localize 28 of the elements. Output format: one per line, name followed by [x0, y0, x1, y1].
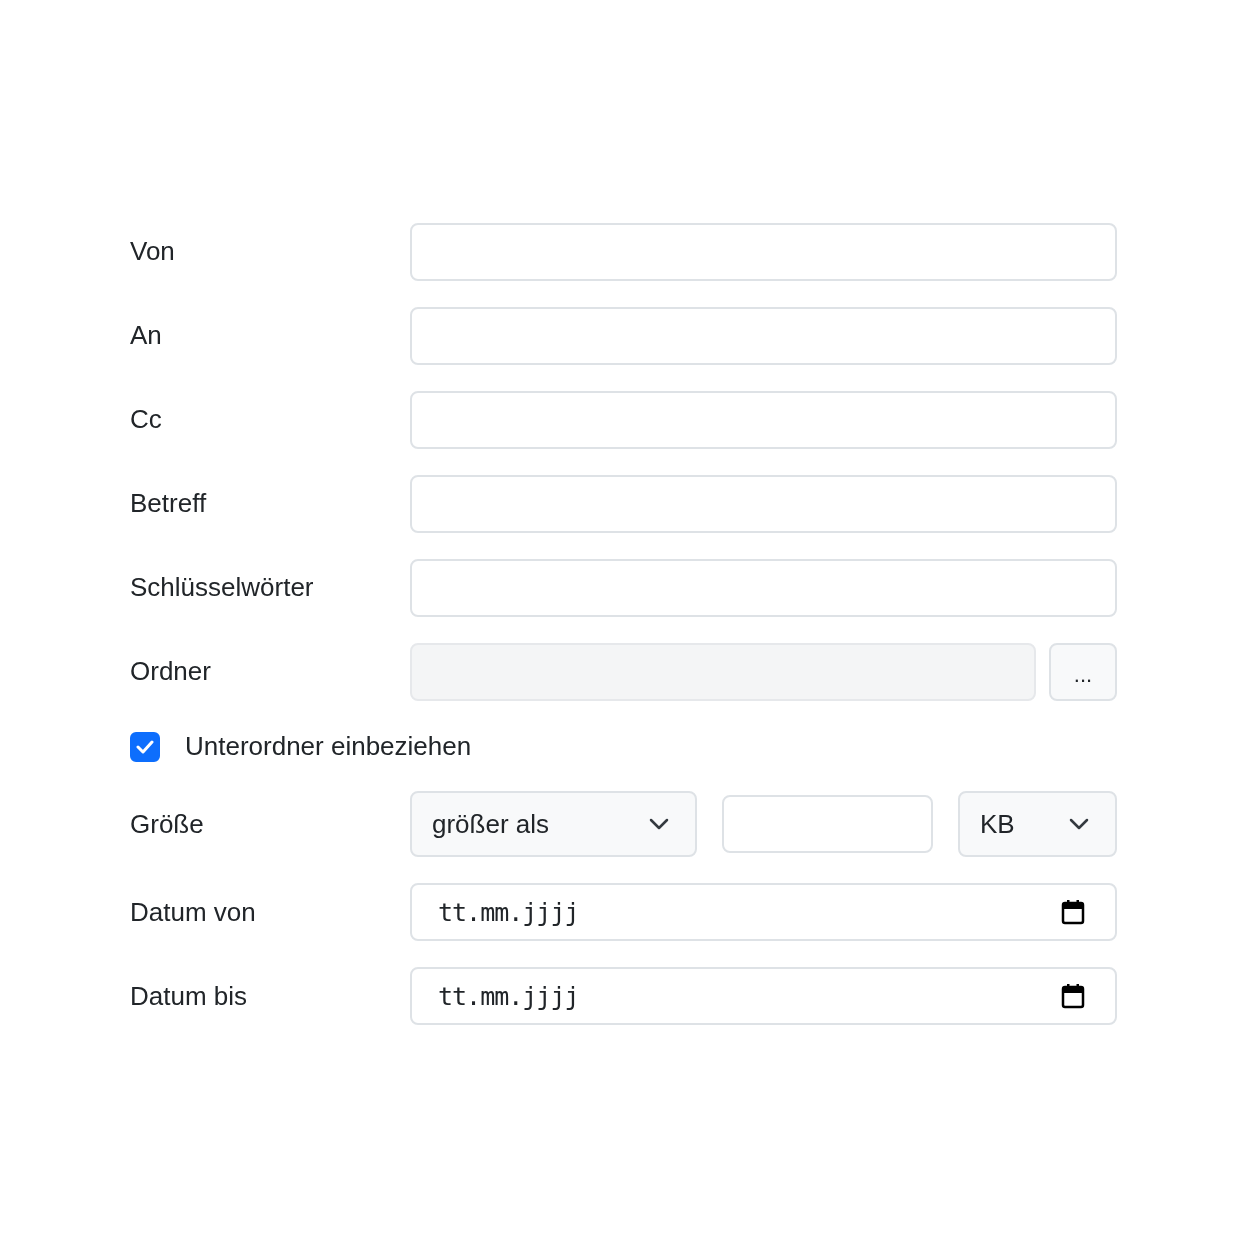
- calendar-icon[interactable]: [1061, 983, 1085, 1010]
- checkbox-label: Unterordner einbeziehen: [185, 731, 472, 763]
- field-label: Schlüsselwörter: [130, 572, 315, 604]
- calendar-icon[interactable]: [1061, 899, 1085, 926]
- input-field[interactable]: [410, 475, 1117, 533]
- date-field[interactable]: tt.mm.jjjj: [410, 967, 1117, 1026]
- input-field[interactable]: [410, 559, 1117, 617]
- unit-select[interactable]: KB: [958, 791, 1117, 858]
- comparison-select[interactable]: größer als: [410, 791, 697, 858]
- field-label: Datum bis: [130, 980, 249, 1012]
- field-label: An: [130, 320, 163, 352]
- field-label: Cc: [130, 404, 163, 436]
- chevron-down-icon: [649, 818, 669, 831]
- input-field[interactable]: [410, 223, 1117, 281]
- check-icon: [136, 739, 154, 754]
- field-label: Von: [130, 236, 176, 268]
- field-label: Betreff: [130, 488, 208, 520]
- field-label: Datum von: [130, 896, 257, 928]
- size-field[interactable]: [722, 795, 933, 854]
- field-label: Größe: [130, 808, 205, 840]
- browse-button[interactable]: ...: [1049, 643, 1117, 701]
- input-field[interactable]: [410, 391, 1117, 449]
- input-field[interactable]: [410, 307, 1117, 365]
- field-label: Ordner: [130, 656, 212, 688]
- checkbox[interactable]: [130, 731, 160, 762]
- chevron-down-icon: [1069, 818, 1089, 831]
- folder-field[interactable]: [410, 643, 1036, 701]
- date-field[interactable]: tt.mm.jjjj: [410, 883, 1117, 942]
